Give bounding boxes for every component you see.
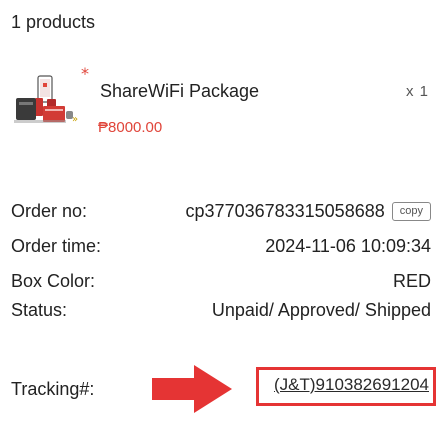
status-value: Unpaid/ Approved/ Shipped (211, 300, 431, 320)
tracking-highlight-box: (J&T)910382691204 (256, 367, 436, 406)
order-no-label: Order no: (11, 201, 88, 221)
tracking-label: Tracking#: (11, 379, 95, 399)
order-time-row: Order time: 2024-11-06 10:09:34 (11, 236, 431, 262)
product-name: ShareWiFi Package (100, 81, 260, 101)
svg-text:»: » (72, 114, 78, 125)
tracking-number-link[interactable]: (J&T)910382691204 (274, 375, 429, 395)
copy-button[interactable]: copy (391, 202, 431, 221)
router-package-image: * » (14, 64, 89, 125)
status-label: Status: (11, 300, 68, 320)
status-row: Status: Unpaid/ Approved/ Shipped (11, 300, 431, 326)
product-count-header: 1 products (11, 12, 96, 32)
product-quantity: x 1 (405, 83, 429, 100)
box-color-row: Box Color: RED (11, 271, 431, 297)
red-arrow-annotation (152, 365, 232, 413)
product-item[interactable]: * » ShareWiFi Package x 1 ₱8000.00 (10, 62, 432, 142)
product-price: ₱8000.00 (98, 119, 163, 136)
order-time-value: 2024-11-06 10:09:34 (265, 236, 431, 256)
order-no-value: cp377036783315058688 (185, 201, 385, 221)
box-color-value: RED (392, 271, 431, 291)
svg-text:*: * (81, 64, 89, 83)
box-color-label: Box Color: (11, 271, 96, 291)
order-no-value-wrap: cp377036783315058688 copy (186, 201, 431, 222)
order-time-label: Order time: (11, 236, 102, 256)
order-no-row: Order no: cp377036783315058688 copy (11, 201, 431, 227)
